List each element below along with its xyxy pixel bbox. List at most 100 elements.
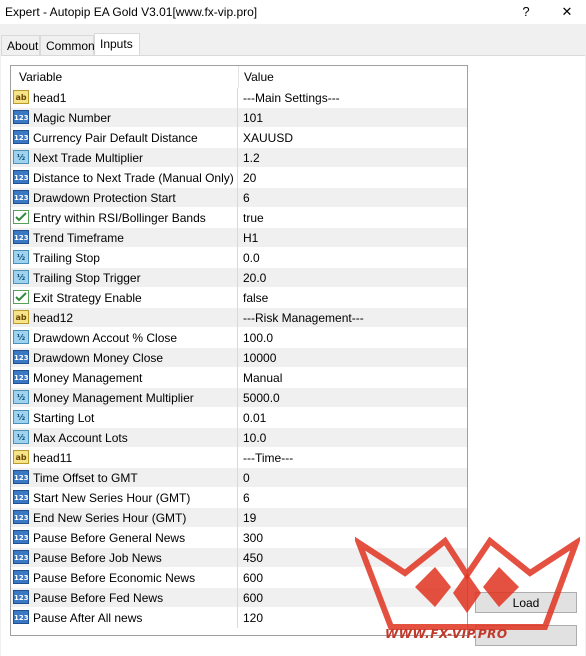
variable-cell[interactable]: Entry within RSI/Bollinger Bands (11, 208, 238, 228)
variable-value[interactable]: ---Risk Management--- (243, 311, 364, 325)
table-row[interactable]: ½ Starting Lot 0.01 (11, 408, 467, 428)
variable-cell[interactable]: ½ Money Management Multiplier (11, 388, 238, 408)
value-cell[interactable]: 20.0 (239, 268, 467, 288)
variable-cell[interactable]: 123 Time Offset to GMT (11, 468, 238, 488)
variable-cell[interactable]: ½ Next Trade Multiplier (11, 148, 238, 168)
variable-value[interactable]: 0.0 (243, 251, 260, 265)
table-row[interactable]: 123 Magic Number 101 (11, 108, 467, 128)
variable-value[interactable]: 0 (243, 471, 250, 485)
table-row[interactable]: ½ Next Trade Multiplier 1.2 (11, 148, 467, 168)
tab-about[interactable]: About (1, 35, 40, 55)
value-cell[interactable]: ---Risk Management--- (239, 308, 467, 328)
variable-value[interactable]: 10000 (243, 351, 276, 365)
variable-value[interactable]: 600 (243, 591, 263, 605)
variable-cell[interactable]: ab head12 (11, 308, 238, 328)
table-row[interactable]: ½ Max Account Lots 10.0 (11, 428, 467, 448)
variable-cell[interactable]: ½ Trailing Stop (11, 248, 238, 268)
variable-cell[interactable]: Exit Strategy Enable (11, 288, 238, 308)
variable-value[interactable]: H1 (243, 231, 258, 245)
value-cell[interactable]: Manual (239, 368, 467, 388)
column-divider[interactable] (238, 66, 239, 88)
table-row[interactable]: ½ Money Management Multiplier 5000.0 (11, 388, 467, 408)
variable-cell[interactable]: 123 Pause After All news (11, 608, 238, 628)
value-cell[interactable]: XAUUSD (239, 128, 467, 148)
variable-value[interactable]: true (243, 211, 264, 225)
variable-value[interactable]: 1.2 (243, 151, 260, 165)
value-cell[interactable]: 0.0 (239, 248, 467, 268)
table-row[interactable]: 123 End New Series Hour (GMT) 19 (11, 508, 467, 528)
table-row[interactable]: 123 Trend Timeframe H1 (11, 228, 467, 248)
value-cell[interactable]: 1.2 (239, 148, 467, 168)
variable-value[interactable]: 20.0 (243, 271, 266, 285)
table-row[interactable]: 123 Start New Series Hour (GMT) 6 (11, 488, 467, 508)
variable-cell[interactable]: ab head1 (11, 88, 238, 108)
table-row[interactable]: 123 Distance to Next Trade (Manual Only) 2… (11, 168, 467, 188)
variable-cell[interactable]: ½ Max Account Lots (11, 428, 238, 448)
variable-cell[interactable]: 123 Pause Before Fed News (11, 588, 238, 608)
value-cell[interactable]: 100.0 (239, 328, 467, 348)
value-cell[interactable]: 6 (239, 188, 467, 208)
variable-value[interactable]: XAUUSD (243, 131, 293, 145)
value-cell[interactable]: 19 (239, 508, 467, 528)
value-cell[interactable]: 5000.0 (239, 388, 467, 408)
value-cell[interactable]: 0 (239, 468, 467, 488)
table-row[interactable]: ab head12 ---Risk Management--- (11, 308, 467, 328)
variable-cell[interactable]: 123 Money Management (11, 368, 238, 388)
variable-value[interactable]: 6 (243, 491, 250, 505)
variable-cell[interactable]: 123 Pause Before General News (11, 528, 238, 548)
value-cell[interactable]: 20 (239, 168, 467, 188)
variable-value[interactable]: 450 (243, 551, 263, 565)
value-cell[interactable]: 10.0 (239, 428, 467, 448)
variable-cell[interactable]: ½ Trailing Stop Trigger (11, 268, 238, 288)
tab-inputs[interactable]: Inputs (94, 33, 140, 56)
variable-value[interactable]: 10.0 (243, 431, 266, 445)
value-cell[interactable]: ---Main Settings--- (239, 88, 467, 108)
value-cell[interactable]: ---Time--- (239, 448, 467, 468)
close-button[interactable]: ✕ (550, 0, 584, 24)
variable-value[interactable]: 120 (243, 611, 263, 625)
value-cell[interactable]: 10000 (239, 348, 467, 368)
value-cell[interactable]: 101 (239, 108, 467, 128)
table-row[interactable]: Exit Strategy Enable false (11, 288, 467, 308)
variable-cell[interactable]: 123 Start New Series Hour (GMT) (11, 488, 238, 508)
table-row[interactable]: ab head11 ---Time--- (11, 448, 467, 468)
variable-cell[interactable]: 123 Drawdown Money Close (11, 348, 238, 368)
variable-cell[interactable]: 123 Pause Before Economic News (11, 568, 238, 588)
value-cell[interactable]: 6 (239, 488, 467, 508)
variable-value[interactable]: Manual (243, 371, 282, 385)
variable-value[interactable]: 101 (243, 111, 263, 125)
variable-value[interactable]: 0.01 (243, 411, 266, 425)
table-row[interactable]: ½ Drawdown Accout % Close 100.0 (11, 328, 467, 348)
table-row[interactable]: ½ Trailing Stop Trigger 20.0 (11, 268, 467, 288)
variable-value[interactable]: 100.0 (243, 331, 273, 345)
variable-value[interactable]: 300 (243, 531, 263, 545)
table-row[interactable]: 123 Money Management Manual (11, 368, 467, 388)
variable-cell[interactable]: 123 End New Series Hour (GMT) (11, 508, 238, 528)
tab-common[interactable]: Common (40, 35, 95, 55)
variable-cell[interactable]: 123 Drawdown Protection Start (11, 188, 238, 208)
table-row[interactable]: 123 Drawdown Money Close 10000 (11, 348, 467, 368)
variable-cell[interactable]: 123 Magic Number (11, 108, 238, 128)
table-row[interactable]: 123 Time Offset to GMT 0 (11, 468, 467, 488)
table-row[interactable]: ½ Trailing Stop 0.0 (11, 248, 467, 268)
table-row[interactable]: Entry within RSI/Bollinger Bands true (11, 208, 467, 228)
column-header-value[interactable]: Value (244, 70, 274, 84)
column-header-variable[interactable]: Variable (19, 70, 62, 84)
variable-value[interactable]: 5000.0 (243, 391, 280, 405)
variable-cell[interactable]: ab head11 (11, 448, 238, 468)
variable-value[interactable]: 600 (243, 571, 263, 585)
variable-value[interactable]: ---Time--- (243, 451, 293, 465)
variable-value[interactable]: ---Main Settings--- (243, 91, 340, 105)
variable-cell[interactable]: 123 Distance to Next Trade (Manual Only) (11, 168, 238, 188)
variable-cell[interactable]: ½ Drawdown Accout % Close (11, 328, 238, 348)
variable-value[interactable]: false (243, 291, 268, 305)
variable-cell[interactable]: 123 Trend Timeframe (11, 228, 238, 248)
table-row[interactable]: 123 Drawdown Protection Start 6 (11, 188, 467, 208)
variable-cell[interactable]: 123 Currency Pair Default Distance (11, 128, 238, 148)
variable-value[interactable]: 6 (243, 191, 250, 205)
variable-value[interactable]: 20 (243, 171, 256, 185)
variable-cell[interactable]: ½ Starting Lot (11, 408, 238, 428)
value-cell[interactable]: 0.01 (239, 408, 467, 428)
help-button[interactable]: ? (509, 0, 543, 24)
variable-cell[interactable]: 123 Pause Before Job News (11, 548, 238, 568)
